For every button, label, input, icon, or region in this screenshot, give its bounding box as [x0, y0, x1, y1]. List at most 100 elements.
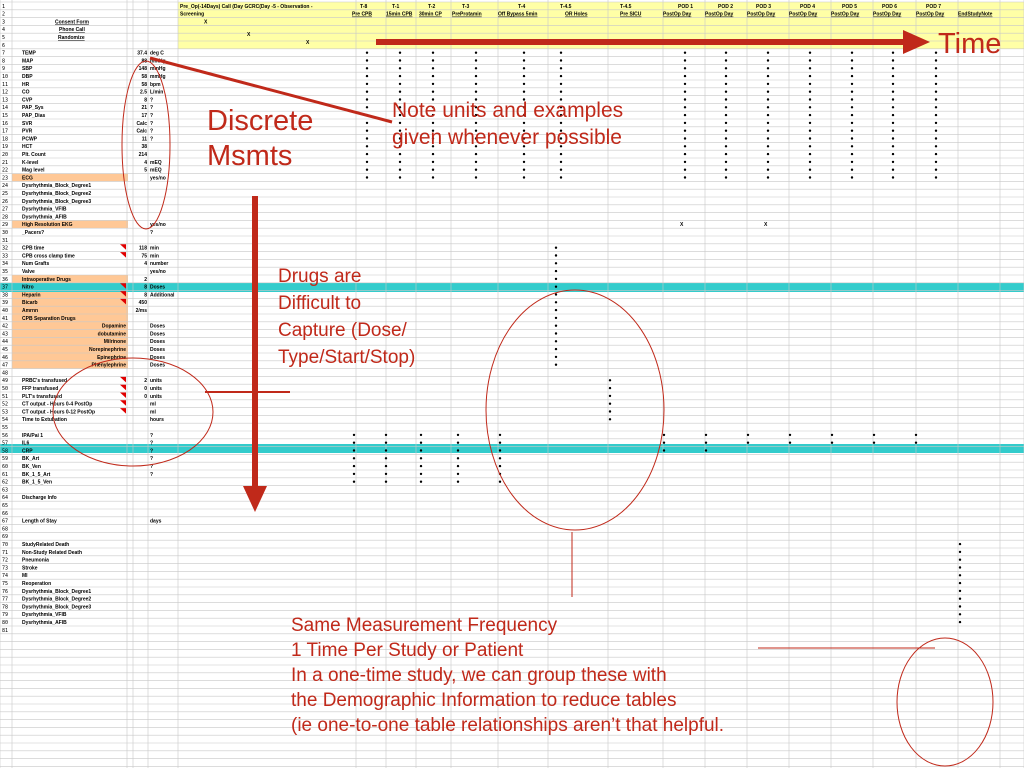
row-value: 38: [141, 144, 147, 150]
row-number: 28: [2, 214, 8, 220]
data-point-marker: [808, 106, 812, 109]
row-unit: ?: [150, 433, 153, 439]
data-point-marker: [365, 176, 369, 179]
data-point-marker: [766, 98, 770, 101]
row-unit: hours: [150, 417, 164, 423]
data-point-marker: [456, 480, 460, 483]
data-point-marker: [559, 168, 563, 171]
subheader-cell: PostOp Day: [873, 12, 902, 18]
row-value: 5: [144, 168, 147, 174]
data-point-marker: [808, 137, 812, 140]
data-point-marker: [724, 168, 728, 171]
row-number: 71: [2, 550, 8, 556]
data-point-marker: [384, 480, 388, 483]
row-number: 4: [2, 27, 5, 33]
subheader-cell: Off Bypass 5min: [498, 12, 537, 18]
row-value: 2/ms: [136, 308, 148, 314]
data-point-marker: [934, 90, 938, 93]
row-number: 43: [2, 331, 8, 337]
data-point-marker: [683, 74, 687, 78]
data-point-marker: [559, 152, 563, 156]
data-point-marker: [419, 441, 423, 444]
data-point-marker: [365, 82, 369, 86]
row-label: Reoperation: [22, 581, 51, 587]
data-point-marker: [365, 51, 369, 54]
header-row1-text: Pre_Op(-14Days) Call (Day GCRC(Day -5 - …: [180, 4, 313, 10]
data-point-marker: [683, 145, 687, 148]
header-row2-text: Screening: [180, 12, 204, 18]
row-value: 2: [144, 378, 147, 384]
time-column-header: T-3: [462, 4, 469, 10]
data-point-marker: [724, 176, 728, 179]
row-unit: number: [150, 261, 168, 267]
row-value: 17: [141, 113, 147, 119]
row-label: IL6: [22, 441, 29, 447]
data-point-marker: [724, 137, 728, 140]
time-column-header: T-4: [518, 4, 525, 10]
data-point-marker: [554, 340, 558, 343]
data-point-marker: [934, 168, 938, 171]
data-point-marker: [554, 285, 558, 288]
data-point-marker: [850, 74, 854, 78]
data-point-marker: [431, 160, 435, 164]
data-point-marker: [724, 106, 728, 109]
row-label: CRP: [22, 448, 33, 454]
comment-marker-icon: [120, 408, 126, 414]
time-column-header: T-4.5: [620, 4, 632, 10]
x-mark: X: [764, 222, 768, 228]
row-number: 22: [2, 168, 8, 174]
data-point-marker: [498, 464, 502, 468]
data-point-marker: [474, 176, 478, 179]
row-number: 17: [2, 129, 8, 135]
row-unit: Doses: [150, 331, 165, 337]
data-point-marker: [891, 152, 895, 156]
data-point-marker: [766, 137, 770, 140]
data-point-marker: [419, 480, 423, 483]
data-point-marker: [365, 137, 369, 140]
row-value: 118: [139, 246, 147, 252]
row-unit: ?: [150, 105, 153, 111]
discrete-measurements-label: Discrete Msmts: [207, 105, 314, 173]
row-unit: min: [150, 253, 159, 259]
data-point-marker: [808, 176, 812, 179]
data-point-marker: [683, 51, 687, 54]
data-point-marker: [662, 433, 666, 437]
row-number: 42: [2, 324, 8, 330]
data-point-marker: [724, 67, 728, 70]
row-number: 8: [2, 58, 5, 64]
row-value: 37.4: [137, 51, 147, 57]
data-point-marker: [608, 379, 612, 382]
row-label: Non-Study Related Death: [22, 550, 82, 556]
row-value: 0: [144, 394, 147, 400]
row-unit: Doses: [150, 347, 165, 353]
row-label: PCWP: [22, 136, 38, 142]
data-point-marker: [456, 464, 460, 468]
row-unit: ?: [150, 472, 153, 478]
row-label: Milrinone: [104, 339, 126, 345]
row-unit: min: [150, 246, 159, 252]
data-point-marker: [934, 113, 938, 117]
data-point-marker: [850, 121, 854, 125]
data-point-marker: [398, 67, 402, 70]
row-number: 37: [2, 285, 8, 291]
data-point-marker: [766, 90, 770, 93]
data-point-marker: [872, 433, 876, 437]
data-point-marker: [683, 59, 687, 62]
row-label: Dysrhythmia_Block_Degree3: [22, 604, 91, 610]
row-number: 60: [2, 464, 8, 470]
data-point-marker: [398, 74, 402, 78]
row-unit: mEQ: [150, 168, 162, 174]
row-unit: ?: [150, 456, 153, 462]
row-unit: units: [150, 378, 162, 384]
data-point-marker: [474, 67, 478, 70]
data-point-marker: [554, 277, 558, 281]
data-point-marker: [498, 457, 502, 460]
data-point-marker: [456, 433, 460, 437]
row-value: 8: [144, 97, 147, 103]
data-point-marker: [850, 145, 854, 148]
time-column-header: POD 2: [718, 4, 733, 10]
subheader-cell: Pre CPB: [352, 12, 372, 18]
highlight-ellipse: [485, 289, 665, 531]
row-label: dobutamine: [98, 331, 127, 337]
data-point-marker: [891, 98, 895, 101]
